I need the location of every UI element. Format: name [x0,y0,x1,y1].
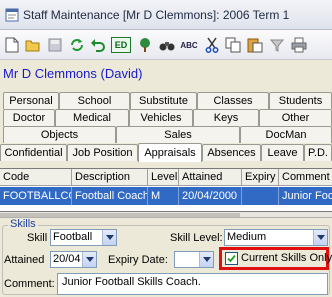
cell-attained: 20/04/2000 [179,187,242,205]
expiry-date-label: Expiry Date: [108,254,168,266]
form-icon [5,8,19,22]
column-header-code[interactable]: Code [0,169,72,186]
cell-level: M [148,187,179,205]
checkmark-icon [227,254,236,263]
cut-icon[interactable] [203,36,221,54]
chevron-down-icon[interactable] [313,230,327,245]
attained-date-picker[interactable]: 20/04 [50,251,97,268]
tab-leave[interactable]: Leave [261,144,304,161]
skill-level-select-value: Medium [227,231,267,243]
chevron-down-icon[interactable] [82,252,96,267]
staff-name: Mr D Clemmons (David) [3,66,143,81]
skill-label: Skill [27,232,48,244]
attained-label: Attained [4,254,45,266]
current-skills-only-label[interactable]: Current Skills Only [241,252,332,264]
toolbar: ED ABC [0,30,332,60]
tab-confidential[interactable]: Confidential [0,144,67,161]
skill-level-label: Skill Level: [170,232,223,244]
comment-label: Comment: [4,278,55,290]
tab-students[interactable]: Students [269,92,332,109]
tab-medical[interactable]: Medical [55,109,129,126]
tab-other[interactable]: Other [259,109,332,126]
tab-objects[interactable]: Objects [3,126,116,143]
copy-icon[interactable] [224,36,242,54]
column-header-level[interactable]: Level [148,169,179,186]
skill-level-select[interactable]: Medium [224,229,328,246]
cell-comment: Junior Foot [282,190,332,202]
horizontal-scrollbar[interactable] [0,212,332,218]
tab-absences[interactable]: Absences [202,144,261,161]
family-tree-icon[interactable] [136,36,154,54]
scrollbar-thumb[interactable] [0,213,240,217]
new-document-icon[interactable] [3,36,21,54]
undo-icon[interactable] [89,36,107,54]
attained-date-value: 20/04 [53,253,81,265]
tab-job-position[interactable]: Job Position [67,144,138,161]
window-title: Staff Maintenance [Mr D Clemmons]: 2006 … [23,8,290,22]
tab-docman[interactable]: DocMan [240,126,332,143]
tab-school[interactable]: School [59,92,130,109]
column-header-description[interactable]: Description [72,169,148,186]
tab-doctor[interactable]: Doctor [3,109,55,126]
comment-field[interactable]: Junior Football Skills Coach. [57,273,328,295]
paste-icon[interactable] [246,36,264,54]
tab-vehicles[interactable]: Vehicles [129,109,193,126]
search-binoculars-icon[interactable] [158,36,176,54]
filter-icon[interactable] [268,36,286,54]
print-icon[interactable] [290,36,308,54]
edit-icon[interactable]: ED [111,37,131,53]
column-header-attained[interactable]: Attained [179,169,242,186]
tab-substitute[interactable]: Substitute [130,92,197,109]
refresh-icon[interactable] [68,36,86,54]
open-folder-icon[interactable] [24,36,42,54]
tab-appraisals[interactable]: Appraisals [138,143,202,162]
tab-sales[interactable]: Sales [116,126,240,143]
chevron-down-icon[interactable] [199,252,213,267]
save-disk-icon[interactable] [46,36,64,54]
chevron-down-icon[interactable] [102,230,116,245]
cell-code: FOOTBALLCOACH [0,187,72,205]
skills-legend: Skills [8,218,38,230]
current-skills-only-checkbox[interactable] [225,252,238,265]
skill-select[interactable]: Football [50,229,117,246]
expiry-date-picker[interactable] [174,251,214,268]
cell-description: Football Coach [72,187,148,205]
cell-expiry [242,187,279,205]
spellcheck-icon[interactable]: ABC [180,36,198,54]
title-bar: Staff Maintenance [Mr D Clemmons]: 2006 … [0,0,332,30]
tab-personal[interactable]: Personal [3,92,59,109]
column-header-expiry[interactable]: Expiry [242,169,279,186]
skill-select-value: Football [53,231,93,243]
tab-pd[interactable]: P.D. [304,144,332,161]
tab-classes[interactable]: Classes [197,92,269,109]
column-header-comment[interactable]: Comment [279,169,332,186]
table-row[interactable]: FOOTBALLCOACH Football Coach M 20/04/200… [0,187,332,205]
tab-keys[interactable]: Keys [193,109,259,126]
skills-table: Code Description Level Attained Expiry C… [0,168,332,212]
